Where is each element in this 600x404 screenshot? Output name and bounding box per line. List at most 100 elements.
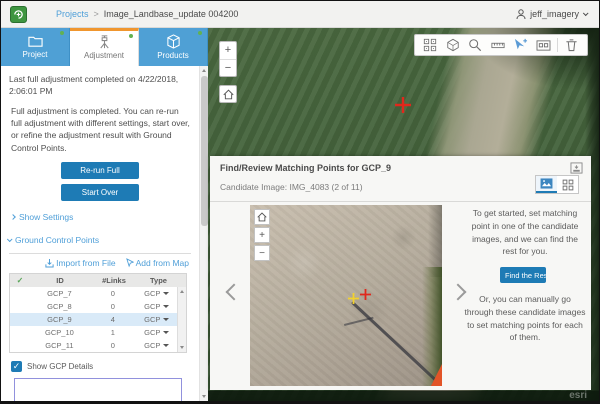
import-label: Import from File [56,258,116,268]
grid-view-button[interactable] [557,176,578,193]
cell-links: 0 [89,289,136,298]
cube-icon [166,34,181,49]
show-gcp-details-label: Show GCP Details [27,362,93,371]
app-logo-icon [10,6,27,23]
scroll-up-icon[interactable] [202,69,206,72]
scrollbar-thumb[interactable] [201,76,208,226]
show-settings-label: Show Settings [19,212,73,222]
breadcrumb-separator: > [94,9,99,19]
dropdown-caret-icon [163,344,169,347]
cursor-icon [126,258,134,268]
user-name: jeff_imagery [530,9,579,19]
find-the-rest-button[interactable]: Find the Rest [500,267,546,283]
tab-adjustment[interactable]: Adjustment [70,28,139,66]
cell-links: 4 [89,315,136,324]
measure-button[interactable] [489,36,507,54]
cell-type-dropdown[interactable]: GCP [137,341,178,350]
show-settings-toggle[interactable]: Show Settings [11,212,199,222]
cell-type-dropdown[interactable]: GCP [137,328,178,337]
adjustment-description: Full adjustment is completed. You can re… [11,105,191,154]
cell-links: 0 [89,302,136,311]
map-canvas[interactable]: + − [208,28,599,401]
viewer-home-button[interactable] [254,209,270,225]
viewer-zoom-out-button[interactable]: − [254,245,270,261]
gcp-section-toggle[interactable]: Ground Control Points [7,235,199,245]
cell-type-dropdown[interactable]: GCP [137,302,178,311]
import-from-file-link[interactable]: Import from File [45,258,116,268]
tab-label: Project [23,50,48,59]
cell-links: 0 [89,341,136,350]
measure-icon [491,38,505,52]
add-from-map-link[interactable]: Add from Map [126,258,189,268]
zoom-in-button[interactable]: + [220,42,236,59]
single-image-view-button[interactable] [536,176,557,193]
status-dot [198,31,202,35]
search-icon [468,38,482,52]
zoom-out-button[interactable]: − [220,59,236,76]
cell-links: 1 [89,328,136,337]
add-gcp-button[interactable] [512,36,530,54]
status-dot [60,31,64,35]
user-menu[interactable]: jeff_imagery [516,9,587,20]
panel-divider [210,201,591,202]
cell-id: GCP_7 [30,289,89,298]
col-header-id: ID [30,276,90,285]
type-value: GCP [144,315,160,324]
type-value: GCP [144,302,160,311]
table-scrollbar[interactable] [177,287,186,352]
gcp-photo-placeholder: Photo not available [14,378,182,401]
map-home-button[interactable] [219,85,237,103]
cell-id: GCP_9 [30,315,89,324]
basemap-button[interactable] [444,36,462,54]
cell-type-dropdown[interactable]: GCP [137,315,178,324]
chevron-down-icon [583,10,589,16]
add-from-map-label: Add from Map [136,258,189,268]
tab-products[interactable]: Products [139,28,208,66]
adjustment-status: Last full adjustment completed on 4/22/2… [9,74,191,98]
tab-label: Adjustment [84,51,124,60]
cell-id: GCP_11 [30,341,89,350]
table-row-gcp7[interactable]: GCP_7 0 GCP [10,287,186,300]
image-collection-button[interactable] [421,36,439,54]
tab-project[interactable]: Project [1,28,70,66]
import-icon [45,258,54,268]
scroll-up-icon[interactable] [180,290,184,293]
app-header: Projects > Image_Landbase_update 004200 … [1,1,599,28]
instruction-manual-text: Or, you can manually go through these ca… [464,293,586,344]
photo-view-icon [540,178,553,189]
viewer-zoom-in-button[interactable]: + [254,227,270,243]
compare-windows-button[interactable] [535,36,553,54]
previous-image-button[interactable] [226,284,243,301]
table-row-gcp8[interactable]: GCP_8 0 GCP [10,300,186,313]
map-zoom-controls: + − [219,41,237,77]
gcp-marker-red-icon [395,97,411,113]
type-value: GCP [144,289,160,298]
delete-button[interactable] [563,36,581,54]
candidate-image-viewer[interactable]: + − [250,205,442,386]
matching-panel-title: Find/Review Matching Points for GCP_9 [220,163,391,173]
match-marker-yellow-icon [348,293,359,304]
dropdown-caret-icon [163,318,169,321]
section-divider [9,253,191,254]
gcp-marker-red-small-icon [360,289,371,300]
theodolite-icon [97,34,112,49]
table-row-gcp10[interactable]: GCP_10 1 GCP [10,326,186,339]
breadcrumb-projects[interactable]: Projects [56,9,89,19]
home-icon [257,212,267,222]
show-gcp-details-checkbox[interactable] [11,361,22,372]
search-button[interactable] [466,36,484,54]
table-row-gcp11[interactable]: GCP_11 0 GCP [10,339,186,352]
rerun-full-button[interactable]: Re-run Full [61,162,139,179]
cell-type-dropdown[interactable]: GCP [137,289,178,298]
instruction-column: To get started, set matching point in on… [464,207,586,344]
home-icon [223,89,234,100]
table-row-gcp9-selected[interactable]: GCP_9 4 GCP [10,313,186,326]
scroll-down-icon[interactable] [180,346,184,349]
col-header-type: Type [138,276,179,285]
scroll-down-icon[interactable] [202,395,206,398]
person-icon [516,9,526,20]
sidebar-scrollbar[interactable] [199,66,208,401]
start-over-button[interactable]: Start Over [61,184,139,201]
tab-bar: Project Adjustment Products [1,28,208,66]
grid-view-icon [562,179,574,191]
